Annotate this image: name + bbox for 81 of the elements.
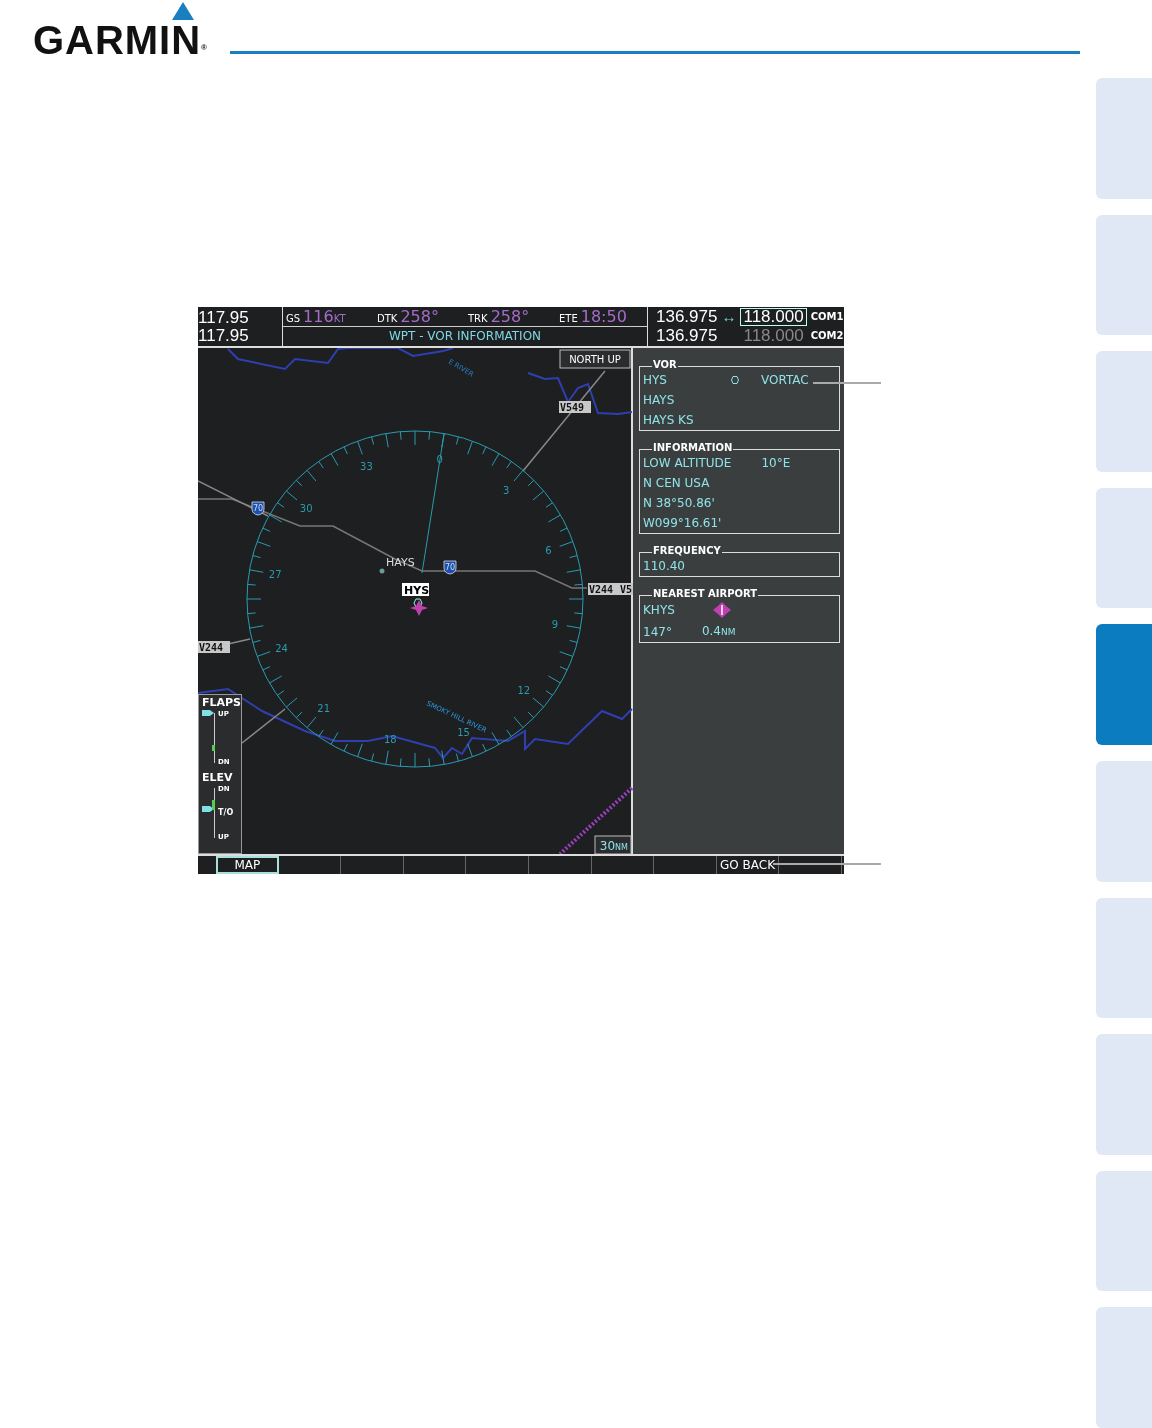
field-value: 18:50 xyxy=(580,305,627,328)
position-bar-icon xyxy=(212,745,215,751)
leader-line xyxy=(813,382,881,384)
compass-label: 3 xyxy=(503,485,510,497)
airway-label: V244 xyxy=(198,641,230,653)
airport-symbol-icon xyxy=(712,602,731,618)
gauge-label: T/O xyxy=(218,809,234,817)
nav-frequency: 117.95 xyxy=(198,309,250,327)
field-value: 258° xyxy=(400,305,439,328)
section-tab[interactable] xyxy=(1096,897,1152,1019)
gauge-title: ELEV xyxy=(202,772,234,784)
vor-symbol-icon xyxy=(413,598,423,608)
position-bar-icon xyxy=(212,800,215,810)
section-tab[interactable] xyxy=(1096,214,1152,336)
group-title: NEAREST AIRPORT xyxy=(652,588,759,600)
field-value: 116KT xyxy=(303,305,346,328)
compass-label: 33 xyxy=(360,460,373,472)
airway-line xyxy=(241,708,286,744)
aircraft-icon xyxy=(410,600,428,616)
page-title: WPT - VOR INFORMATION xyxy=(387,328,543,345)
section-tab[interactable] xyxy=(1096,351,1152,472)
com-label: COM2 xyxy=(810,330,844,341)
com-label: COM1 xyxy=(810,311,844,322)
field-label: DTK xyxy=(377,311,398,326)
nav-frequency: 117.95 xyxy=(198,327,250,345)
info-value: KHYS xyxy=(643,603,675,617)
highway-shield: 70 xyxy=(443,560,457,575)
section-tab[interactable] xyxy=(1096,487,1152,609)
compass-label: 6 xyxy=(545,545,552,557)
section-tab[interactable] xyxy=(1096,1307,1152,1428)
compass-label: 30 xyxy=(299,502,313,514)
field-label: GS xyxy=(286,311,301,326)
info-value: N 38°50.86' xyxy=(643,496,715,510)
compass-label: 15 xyxy=(457,727,470,739)
field-value: 258° xyxy=(490,305,530,328)
vortac-symbol-icon xyxy=(731,376,739,384)
highway-shield: 70 xyxy=(251,501,265,516)
compass-label: 9 xyxy=(551,618,559,630)
section-tab[interactable] xyxy=(1096,1170,1152,1292)
compass-label: 21 xyxy=(317,702,331,714)
info-value: N CEN USA xyxy=(643,476,710,490)
waypoint-label: HYS xyxy=(402,583,430,597)
airway-label: V5 xyxy=(619,583,633,595)
section-tab[interactable] xyxy=(1096,1034,1152,1155)
airway-line xyxy=(198,480,269,517)
gauge-title: FLAPS xyxy=(202,697,241,709)
airway-label: V549 xyxy=(559,401,591,413)
info-value: VORTAC xyxy=(761,373,809,387)
compass-label: 18 xyxy=(383,733,397,745)
transfer-arrow: ↔ xyxy=(721,308,737,325)
active-frequency: 118.000 xyxy=(742,326,805,345)
logo-triangle-icon xyxy=(172,2,194,20)
info-value: HYS xyxy=(643,373,667,387)
info-value: 10°E xyxy=(761,456,791,470)
info-value: HAYS KS xyxy=(643,413,694,427)
compass-label: 27 xyxy=(268,569,282,581)
info-value: LOW ALTITUDE xyxy=(643,456,732,470)
airway-line xyxy=(227,638,251,645)
section-tab[interactable] xyxy=(1096,760,1152,882)
info-value: 147° xyxy=(643,624,672,639)
distance-value: 0.4NM xyxy=(701,624,736,639)
city-label: HAYS xyxy=(386,556,415,569)
section-tab[interactable] xyxy=(1096,624,1152,745)
info-value: HAYS xyxy=(643,393,675,407)
compass-label: 24 xyxy=(275,642,288,654)
info-value: W099°16.61' xyxy=(643,516,722,530)
standby-frequency: 136.975 xyxy=(656,325,718,346)
field-label: ETE xyxy=(559,311,578,326)
orientation-label: NORTH UP xyxy=(559,349,631,369)
group-title: VOR xyxy=(652,359,678,371)
softkey-button[interactable]: MAP xyxy=(216,856,279,874)
info-value: 110.40 xyxy=(643,559,685,573)
map-range: 30NM xyxy=(594,835,632,854)
standby-frequency: 136.975 xyxy=(656,306,718,327)
active-frequency: 118.000 xyxy=(740,307,807,326)
section-tab[interactable] xyxy=(1096,78,1152,199)
group-title: INFORMATION xyxy=(652,442,734,454)
city-dot-icon xyxy=(379,568,385,574)
field-label: TRK xyxy=(468,311,488,326)
compass-label: 12 xyxy=(517,685,531,697)
group-title: FREQUENCY xyxy=(652,545,722,557)
